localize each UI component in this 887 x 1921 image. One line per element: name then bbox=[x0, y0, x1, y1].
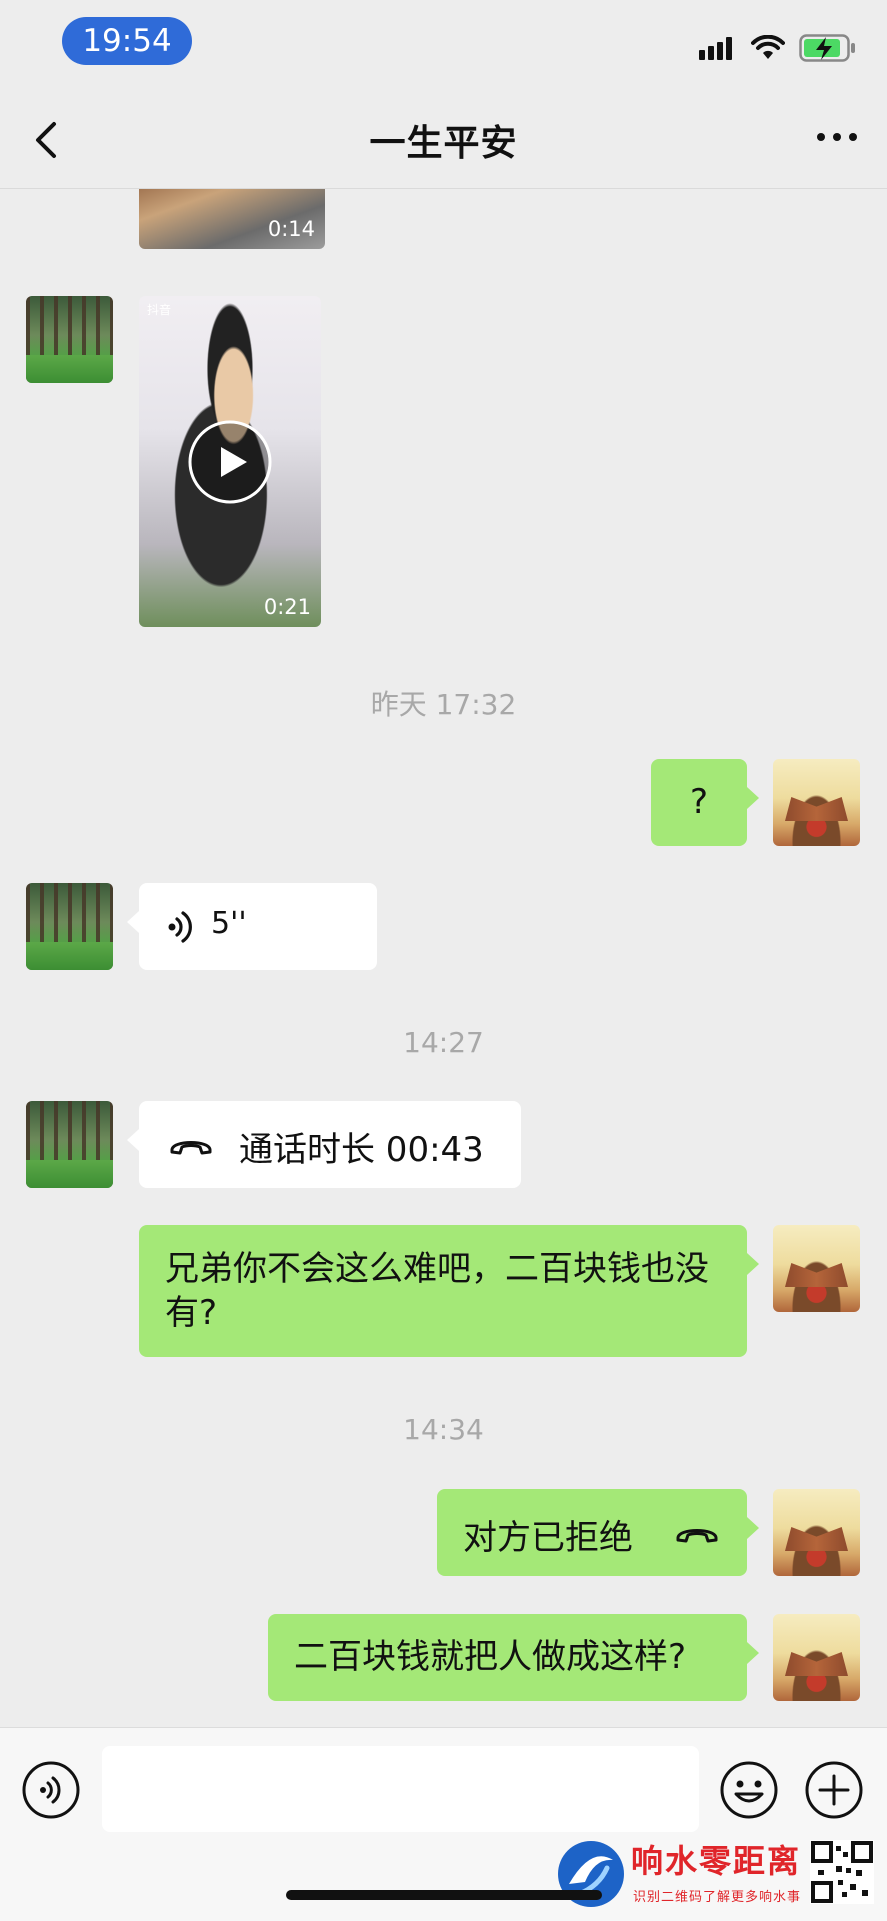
my-avatar[interactable] bbox=[773, 1614, 860, 1701]
my-avatar[interactable] bbox=[773, 759, 860, 846]
video-duration: 0:21 bbox=[263, 595, 311, 619]
qr-code-icon bbox=[810, 1840, 874, 1904]
message-list[interactable]: 0:14 抖音 0:21 昨天 17:32 ? 5'' 14:27 通话时长 0… bbox=[0, 189, 887, 1727]
voice-input-icon[interactable] bbox=[21, 1760, 81, 1820]
timestamp: 14:34 bbox=[403, 1413, 484, 1446]
video-message[interactable]: 0:14 bbox=[139, 189, 325, 249]
plus-icon[interactable] bbox=[804, 1760, 864, 1820]
status-bar: 19:54 bbox=[0, 0, 887, 90]
contact-avatar[interactable] bbox=[26, 883, 113, 970]
my-avatar[interactable] bbox=[773, 1225, 860, 1312]
emoji-icon[interactable] bbox=[719, 1760, 779, 1820]
contact-avatar[interactable] bbox=[26, 1101, 113, 1188]
outgoing-message[interactable]: ? bbox=[651, 759, 759, 846]
video-duration: 0:14 bbox=[267, 217, 315, 241]
chat-title: 一生平安 bbox=[369, 123, 518, 164]
message-text: 二百块钱就把人做成这样? bbox=[294, 1637, 687, 1677]
watermark: 响水零距离 识别二维码了解更多响水事 bbox=[555, 1836, 880, 1914]
timestamp: 昨天 17:32 bbox=[370, 688, 517, 721]
contact-avatar[interactable] bbox=[26, 296, 113, 383]
signal-icon bbox=[699, 37, 732, 60]
call-rejected-text: 对方已拒绝 bbox=[463, 1518, 633, 1558]
video-brand: 抖音 bbox=[147, 303, 172, 317]
phone-handset-icon bbox=[676, 1529, 718, 1543]
phone-handset-icon bbox=[170, 1141, 212, 1155]
outgoing-message[interactable]: 二百块钱就把人做成这样? bbox=[268, 1614, 759, 1701]
outgoing-message[interactable]: 兄弟你不会这么难吧，二百块钱也没有? bbox=[139, 1225, 759, 1357]
watermark-subtitle: 识别二维码了解更多响水事 bbox=[633, 1890, 802, 1905]
message-text: 兄弟你不会这么难吧，二百块钱也没有? bbox=[165, 1249, 709, 1333]
call-record-message[interactable]: 通话时长 00:43 bbox=[127, 1101, 521, 1188]
voice-wave-icon bbox=[168, 911, 192, 943]
my-avatar[interactable] bbox=[773, 1489, 860, 1576]
video-message[interactable]: 抖音 0:21 bbox=[139, 296, 321, 627]
voice-duration: 5'' bbox=[211, 906, 247, 941]
chat-header: 一生平安 bbox=[0, 90, 887, 189]
voice-message[interactable]: 5'' bbox=[127, 883, 377, 970]
more-dots-icon[interactable] bbox=[815, 130, 859, 144]
home-indicator bbox=[286, 1890, 602, 1900]
status-time: 19:54 bbox=[62, 17, 192, 65]
call-duration-text: 通话时长 00:43 bbox=[239, 1130, 484, 1170]
call-record-message[interactable]: 对方已拒绝 bbox=[437, 1489, 759, 1576]
watermark-title: 响水零距离 bbox=[631, 1842, 802, 1880]
timestamp: 14:27 bbox=[403, 1026, 484, 1059]
play-icon[interactable] bbox=[187, 419, 273, 505]
message-text: ? bbox=[689, 782, 709, 822]
wifi-icon bbox=[751, 35, 785, 59]
message-input[interactable] bbox=[102, 1746, 699, 1832]
battery-charging-icon bbox=[799, 34, 855, 62]
